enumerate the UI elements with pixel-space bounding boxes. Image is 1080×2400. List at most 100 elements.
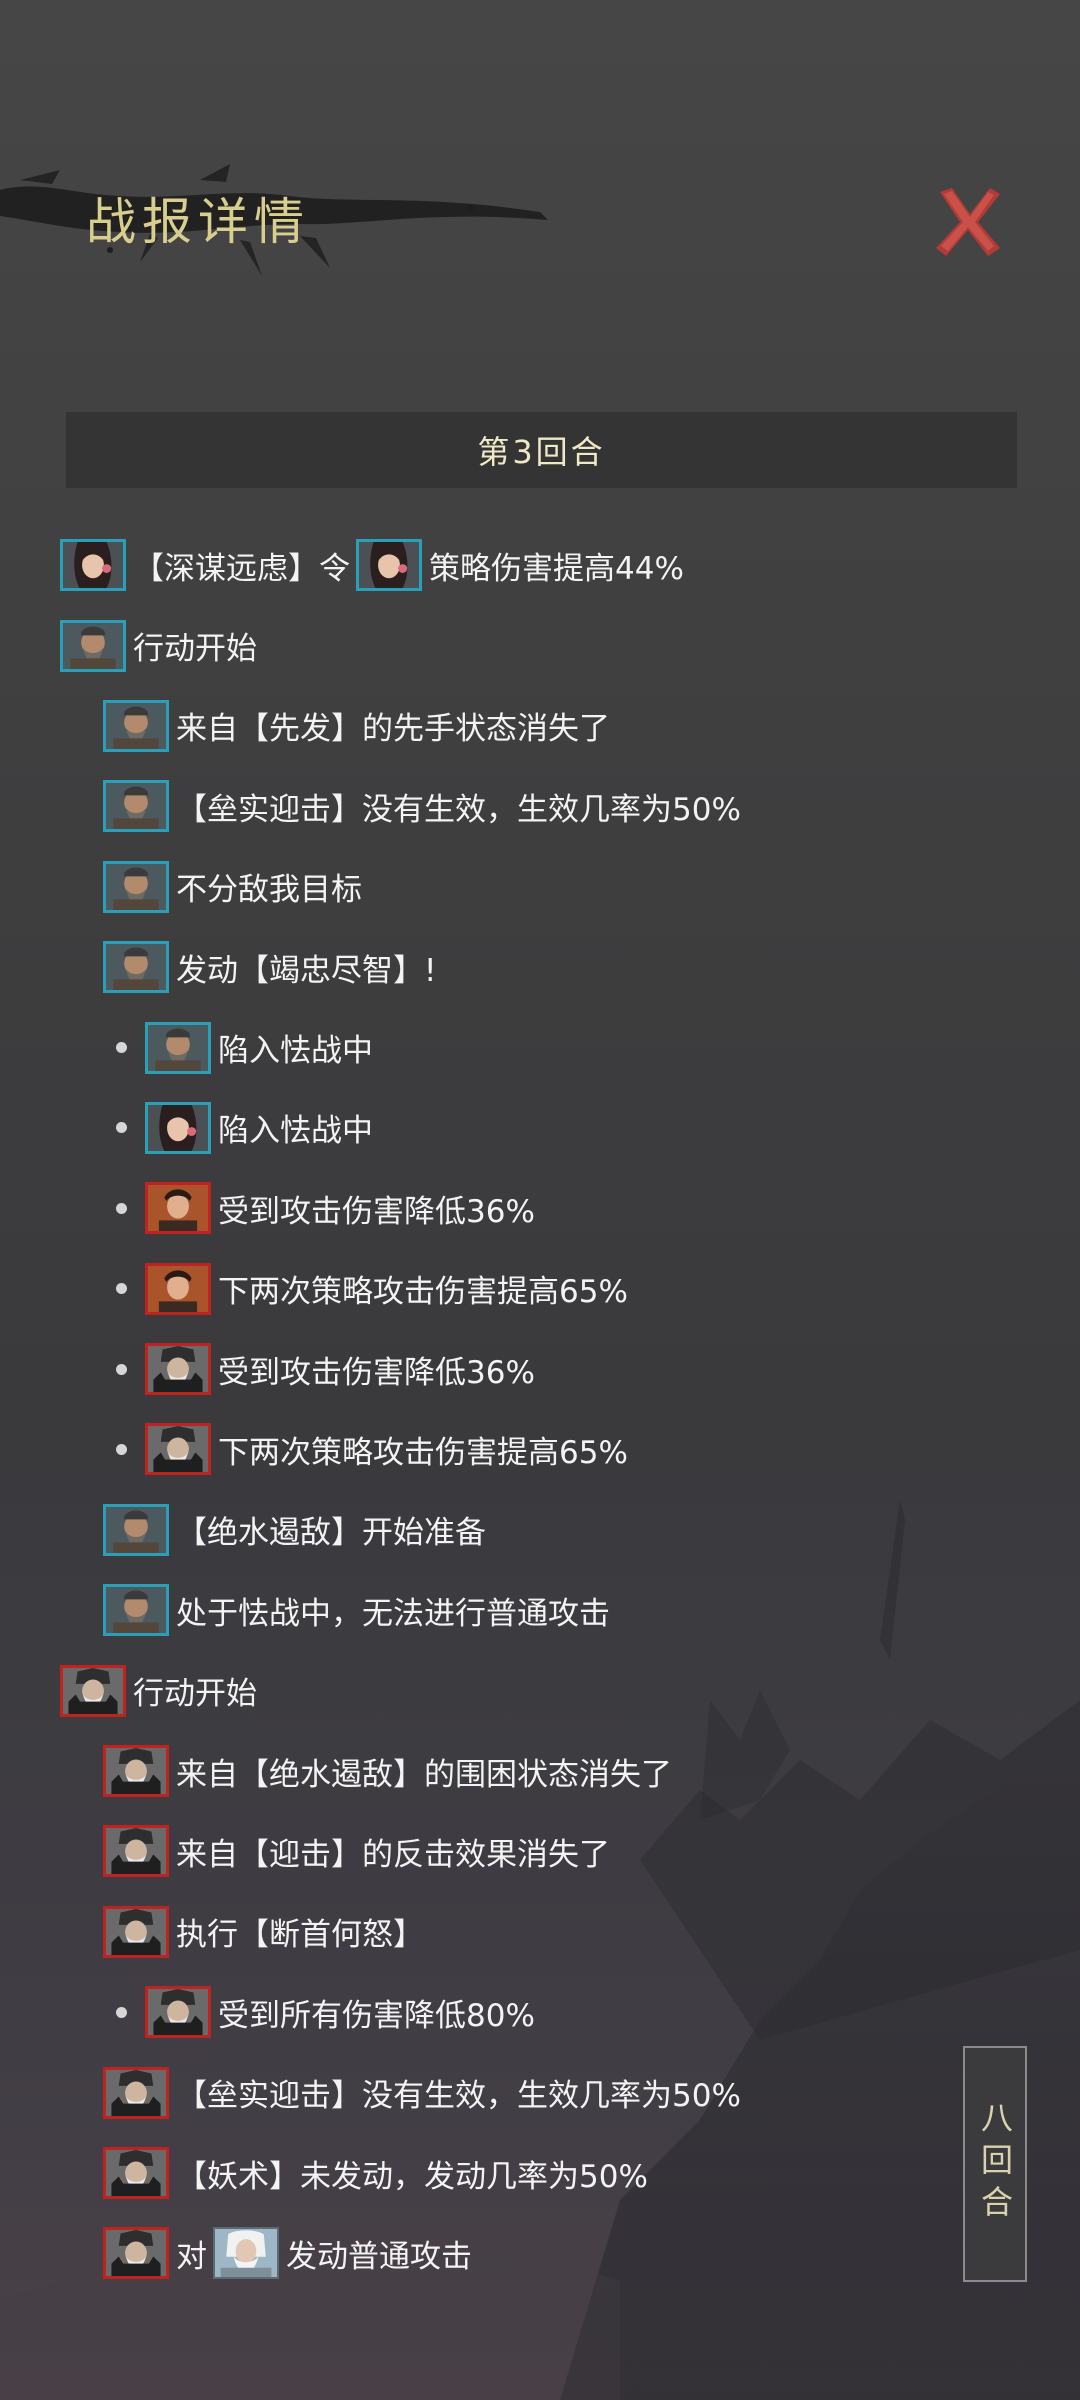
armored-general-portrait-icon (106, 1908, 166, 1955)
log-entry: 【妖术】未发动，发动几率为50% (0, 2133, 1080, 2213)
log-text: 下两次策略攻击伤害提高65% (218, 1274, 628, 1311)
close-icon (936, 188, 1000, 256)
close-button[interactable] (930, 184, 1006, 260)
log-entry: 不分敌我目标 (0, 847, 1080, 927)
log-text: 行动开始 (133, 1676, 257, 1713)
armored-general-avatar[interactable] (103, 1905, 169, 1958)
armored-general-portrait-icon (106, 2230, 166, 2277)
old-general-avatar[interactable] (103, 1503, 169, 1556)
armored-general-avatar[interactable] (103, 1825, 169, 1878)
log-text: 执行【断首何怒】 (176, 1917, 424, 1954)
armored-general-avatar[interactable] (103, 1745, 169, 1798)
log-text: 【垒实迎击】没有生效，生效几率为50% (176, 2078, 741, 2115)
old-general-portrait-icon (106, 944, 166, 991)
bullet-icon (116, 2006, 127, 2018)
bullet-icon (116, 1042, 127, 1054)
log-entry: 陷入怯战中 (0, 1088, 1080, 1168)
bullet-icon (116, 1443, 127, 1455)
log-text: 行动开始 (133, 631, 257, 668)
log-entry: 【垒实迎击】没有生效，生效几率为50% (0, 2052, 1080, 2132)
old-general-portrait-icon (106, 1506, 166, 1553)
old-general-portrait-icon (106, 1587, 166, 1634)
log-text-continued: 策略伤害提高44% (429, 550, 684, 587)
young-warrior-avatar[interactable] (145, 1182, 211, 1235)
log-entry: 行动开始 (0, 1650, 1080, 1730)
old-general-avatar[interactable] (103, 699, 169, 752)
armored-general-portrait-icon (148, 1346, 208, 1393)
armored-general-portrait-icon (106, 2150, 166, 2196)
log-entry: 受到所有伤害降低80% (0, 1972, 1080, 2052)
log-text: 发动【竭忠尽智】! (176, 952, 437, 989)
log-text: 受到所有伤害降低80% (218, 1997, 535, 2034)
log-entry: 发动【竭忠尽智】! (0, 927, 1080, 1007)
battle-log[interactable]: 【深谋远虑】令 策略伤害提高44% 行动开始 来自【先发】的先手状态消失了 【垒实迎击】… (0, 525, 1080, 2294)
armored-general-portrait-icon (148, 1989, 208, 2036)
bullet-icon (116, 1122, 127, 1134)
armored-general-portrait-icon (106, 1748, 166, 1795)
round-selector-label: 八回合 (976, 2101, 1014, 2227)
log-text: 【垒实迎击】没有生效，生效几率为50% (176, 791, 741, 828)
armored-general-avatar[interactable] (60, 1664, 126, 1717)
armored-general-avatar[interactable] (145, 1343, 211, 1396)
log-entry: 来自【绝水遏敌】的围困状态消失了 (0, 1731, 1080, 1811)
armored-general-avatar[interactable] (145, 1423, 211, 1476)
round-label: 第3回合 (477, 433, 606, 471)
log-entry: 处于怯战中，无法进行普通攻击 (0, 1570, 1080, 1650)
log-text: 处于怯战中，无法进行普通攻击 (176, 1595, 610, 1632)
log-text: 【绝水遏敌】开始准备 (176, 1515, 486, 1552)
young-warrior-portrait-icon (148, 1185, 208, 1232)
log-text-continued: 发动普通攻击 (286, 2238, 472, 2275)
young-warrior-avatar[interactable] (145, 1262, 211, 1315)
log-text: 陷入怯战中 (218, 1033, 373, 1070)
round-selector-tab[interactable]: 八回合 (963, 2046, 1027, 2282)
armored-general-avatar[interactable] (103, 2227, 169, 2280)
armored-general-portrait-icon (106, 1828, 166, 1875)
log-text: 来自【先发】的先手状态消失了 (176, 711, 610, 748)
log-entry: 执行【断首何怒】 (0, 1892, 1080, 1972)
old-general-portrait-icon (63, 622, 123, 669)
log-text: 下两次策略攻击伤害提高65% (218, 1434, 628, 1471)
log-entry: 陷入怯战中 (0, 1007, 1080, 1087)
log-entry: 来自【迎击】的反击效果消失了 (0, 1811, 1080, 1891)
log-entry: 下两次策略攻击伤害提高65% (0, 1409, 1080, 1489)
armored-general-portrait-icon (63, 1667, 123, 1714)
old-general-portrait-icon (106, 783, 166, 830)
old-general-portrait-icon (106, 702, 166, 749)
log-entry: 来自【先发】的先手状态消失了 (0, 686, 1080, 766)
old-general-portrait-icon (148, 1024, 208, 1071)
round-header: 第3回合 (66, 412, 1017, 488)
armored-general-avatar[interactable] (103, 2147, 169, 2199)
log-text: 陷入怯战中 (218, 1113, 373, 1150)
log-entry: 【垒实迎击】没有生效，生效几率为50% (0, 766, 1080, 846)
old-general-avatar[interactable] (103, 860, 169, 913)
log-entry: 行动开始 (0, 605, 1080, 685)
old-general-avatar[interactable] (103, 941, 169, 994)
armored-general-avatar[interactable] (103, 2066, 169, 2119)
armored-general-portrait-icon (106, 2069, 166, 2116)
bullet-icon (116, 1363, 127, 1375)
old-general-avatar[interactable] (103, 1584, 169, 1637)
log-text: 【深谋远虑】令 (133, 550, 350, 587)
strategist-woman-avatar[interactable] (145, 1101, 211, 1154)
log-text: 对 (176, 2238, 207, 2275)
log-text: 受到攻击伤害降低36% (218, 1193, 535, 1230)
strategist-woman-avatar[interactable] (60, 539, 126, 592)
log-entry: 下两次策略攻击伤害提高65% (0, 1249, 1080, 1329)
armored-general-avatar[interactable] (145, 1986, 211, 2039)
log-text: 不分敌我目标 (176, 872, 362, 909)
page-title: 战报详情 (86, 193, 310, 251)
log-entry: 受到攻击伤害降低36% (0, 1168, 1080, 1248)
log-entry: 【绝水遏敌】开始准备 (0, 1490, 1080, 1570)
log-text: 来自【绝水遏敌】的围困状态消失了 (176, 1756, 672, 1793)
old-general-portrait-icon (106, 863, 166, 910)
strategist-woman-portrait-icon (359, 542, 419, 589)
old-general-avatar[interactable] (103, 780, 169, 833)
old-general-avatar[interactable] (145, 1021, 211, 1074)
bullet-icon (116, 1283, 127, 1295)
young-warrior-portrait-icon (148, 1265, 208, 1312)
old-general-avatar[interactable] (60, 619, 126, 672)
strategist-woman-avatar[interactable] (356, 539, 422, 592)
white-haired-elder-avatar[interactable] (213, 2227, 279, 2280)
log-text: 【妖术】未发动，发动几率为50% (176, 2158, 648, 2195)
strategist-woman-portrait-icon (148, 1104, 208, 1151)
